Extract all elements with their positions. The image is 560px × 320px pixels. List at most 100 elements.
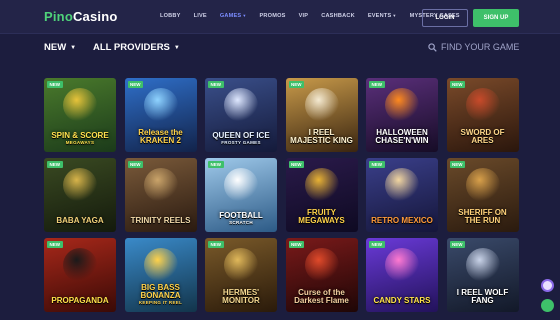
game-title-text: HALLOWEEN CHASE'N'WIN [375, 128, 429, 145]
support-icon[interactable] [541, 299, 554, 312]
game-tile[interactable]: NEW HALLOWEEN CHASE'N'WIN [366, 78, 438, 152]
signup-button[interactable]: SIGN UP [473, 9, 519, 27]
new-badge: NEW [47, 241, 63, 248]
nav-item-label: LIVE [193, 13, 207, 19]
game-title-text: BIG BASS BONANZA [140, 282, 181, 300]
game-title-text: I REEL WOLF FANG [456, 288, 509, 305]
nav-item-cashback[interactable]: CASHBACK [321, 13, 355, 19]
game-artwork [385, 248, 419, 282]
game-artwork [63, 248, 97, 282]
game-title: CANDY STARS [370, 297, 433, 312]
game-tile[interactable]: NEW SWORD OF ARES [446, 78, 519, 152]
nav-item-vip[interactable]: VIP [299, 13, 309, 19]
new-filter-label: NEW [44, 42, 67, 53]
game-title-text: BABA YAGA [56, 216, 104, 225]
game-subtitle: FROSTY GAMES [221, 139, 261, 145]
game-title: HALLOWEEN CHASE'N'WIN [366, 129, 438, 152]
game-artwork [63, 168, 97, 202]
game-tile[interactable]: NEW Curse of the Darkest Flame [285, 238, 358, 312]
game-title: FRUITY MEGAWAYS [286, 209, 358, 232]
chat-icon[interactable] [541, 279, 554, 292]
nav-item-label: PROMOS [259, 13, 286, 19]
game-tile[interactable]: NEW Release the KRAKEN 2 [124, 78, 197, 152]
login-button[interactable]: LOGIN [422, 9, 468, 27]
new-badge: NEW [369, 161, 385, 168]
game-tile[interactable]: NEW HERMES' MONITOR [205, 238, 277, 312]
game-title-text: I REEL MAJESTIC KING [290, 128, 353, 145]
chevron-down-icon: ▼ [173, 44, 180, 51]
game-title: TRINITY REELS [128, 217, 194, 232]
game-title-text: FRUITY MEGAWAYS [298, 208, 345, 225]
game-subtitle: MEGAWAYS [65, 139, 95, 145]
game-artwork [63, 88, 97, 122]
nav-item-games[interactable]: GAMES▼ [220, 13, 247, 19]
game-title: QUEEN OF ICE FROSTY GAMES [209, 131, 272, 153]
new-badge: NEW [369, 81, 385, 88]
new-badge: NEW [127, 81, 143, 88]
game-tile[interactable]: NEW BABA YAGA [44, 158, 116, 232]
game-title: Release the KRAKEN 2 [125, 129, 197, 152]
game-tile[interactable]: NEW RETRO MEXICO [366, 158, 438, 232]
nav-item-events[interactable]: EVENTS▼ [368, 13, 397, 19]
game-title: HERMES' MONITOR [205, 289, 277, 312]
game-artwork [465, 88, 500, 122]
search-icon [428, 42, 437, 52]
game-tile[interactable]: NEW FOOTBALL SCRATCH [205, 158, 277, 232]
game-tile[interactable]: NEW PROPAGANDA [44, 238, 116, 312]
providers-filter-label: ALL PROVIDERS [93, 42, 170, 53]
game-grid: NEW SPIN & SCORE MEGAWAYS NEW Release the KR… [44, 78, 519, 312]
game-title: SWORD OF ARES [447, 129, 519, 152]
game-search[interactable]: FIND YOUR GAME [428, 42, 519, 52]
new-filter-dropdown[interactable]: NEW ▼ [44, 42, 76, 53]
nav-item-label: VIP [298, 13, 309, 19]
game-tile[interactable]: NEW I REEL WOLF FANG [446, 238, 519, 312]
new-badge: NEW [288, 81, 304, 88]
nav-item-label: LOBBY [160, 13, 181, 19]
game-title-text: PROPAGANDA [51, 296, 109, 305]
new-badge: NEW [449, 241, 465, 248]
game-title-text: SPIN & SCORE [51, 130, 109, 140]
game-artwork [465, 168, 500, 202]
nav-item-lobby[interactable]: LOBBY [160, 13, 181, 19]
game-artwork [304, 168, 339, 202]
new-badge: NEW [369, 241, 385, 248]
new-badge: NEW [127, 161, 143, 168]
game-artwork [385, 168, 419, 202]
game-tile[interactable]: NEW QUEEN OF ICE FROSTY GAMES [205, 78, 277, 152]
nav-item-label: GAMES [219, 13, 242, 19]
new-badge: NEW [208, 241, 224, 248]
game-tile[interactable]: BIG BASS BONANZA KEEPING IT REEL [124, 238, 197, 313]
game-title-text: TRINITY REELS [130, 216, 191, 225]
game-title-text: CANDY STARS [373, 296, 431, 305]
top-navigation-bar: PinoCasino LOBBY LIVE GAMES▼ PROMOS VIP CASHB… [0, 0, 560, 34]
game-tile[interactable]: NEW TRINITY REELS [124, 158, 197, 232]
game-artwork [304, 88, 339, 122]
new-badge: NEW [288, 161, 304, 168]
game-title-text: Release the KRAKEN 2 [138, 128, 183, 145]
game-title: I REEL MAJESTIC KING [286, 129, 358, 152]
game-title: PROPAGANDA [48, 297, 111, 312]
chevron-down-icon: ▼ [242, 13, 247, 18]
nav-item-promos[interactable]: PROMOS [260, 13, 286, 19]
nav-item-label: EVENTS [367, 13, 392, 19]
game-tile[interactable]: NEW SHERIFF ON THE RUN [446, 158, 519, 232]
game-artwork [465, 248, 500, 282]
new-badge: NEW [47, 161, 63, 168]
game-tile[interactable]: NEW SPIN & SCORE MEGAWAYS [44, 78, 116, 152]
providers-filter-dropdown[interactable]: ALL PROVIDERS ▼ [93, 42, 180, 53]
new-badge: NEW [449, 81, 465, 88]
nav-item-live[interactable]: LIVE [194, 13, 207, 19]
game-title: RETRO MEXICO [368, 217, 436, 232]
logo-part-1: Pino [44, 9, 73, 24]
game-subtitle: KEEPING IT REEL [138, 299, 183, 305]
logo-part-2: Casino [72, 9, 118, 24]
site-logo[interactable]: PinoCasino [44, 9, 118, 24]
game-tile[interactable]: NEW I REEL MAJESTIC KING [285, 78, 358, 152]
game-artwork [143, 88, 178, 122]
game-title: BIG BASS BONANZA KEEPING IT REEL [125, 282, 197, 313]
game-title: FOOTBALL SCRATCH [216, 211, 266, 233]
game-title: BABA YAGA [53, 217, 106, 232]
game-tile[interactable]: NEW FRUITY MEGAWAYS [285, 158, 358, 232]
new-badge: NEW [449, 161, 465, 168]
game-tile[interactable]: NEW CANDY STARS [366, 238, 438, 312]
